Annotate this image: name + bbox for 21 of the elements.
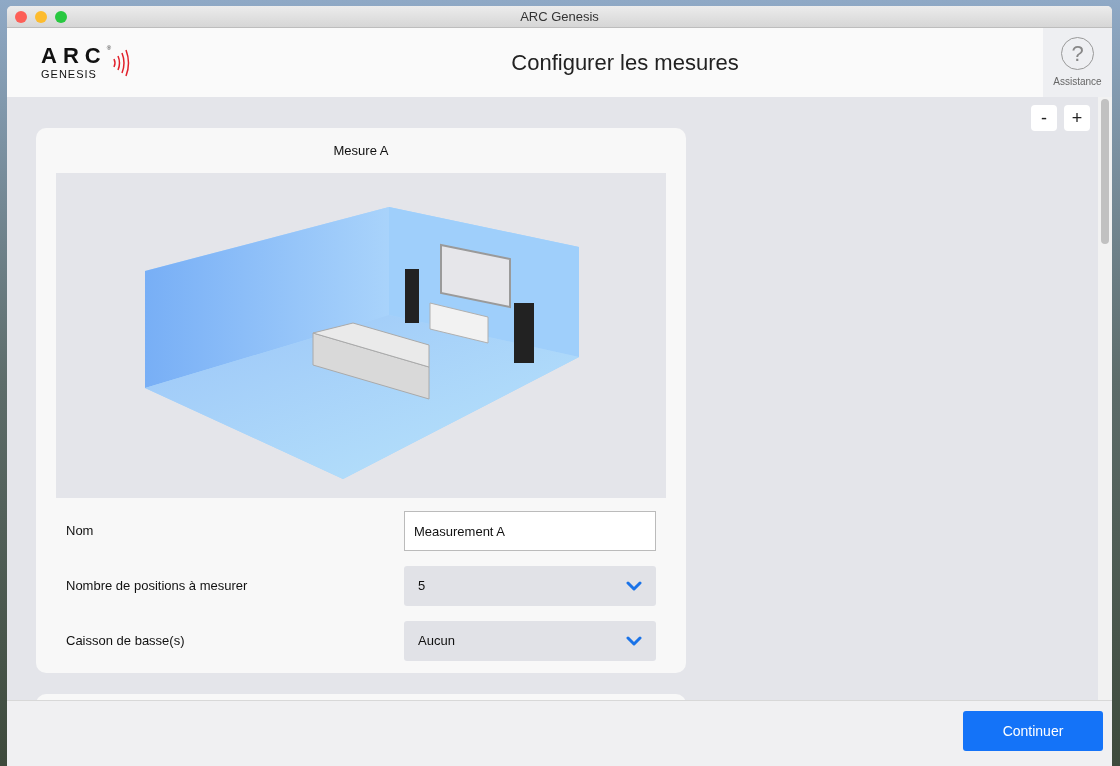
zoom-out-button[interactable]: - [1031, 105, 1057, 131]
chevron-down-icon [626, 581, 642, 591]
logo-wordmark: ARC [41, 45, 107, 67]
logo-subtitle: GENESIS [41, 69, 98, 80]
zoom-in-button[interactable]: + [1064, 105, 1090, 131]
dropdown-select[interactable]: Aucun [404, 621, 656, 661]
field-label: Nom [66, 522, 94, 541]
dropdown-select[interactable]: 5 [404, 566, 656, 606]
scrollbar[interactable] [1098, 97, 1112, 700]
chevron-down-icon [626, 636, 642, 646]
continue-button[interactable]: Continuer [963, 711, 1103, 751]
name-input-field[interactable]: Measurement A [404, 511, 656, 551]
card-title: Mesure A [333, 141, 389, 160]
page-title: Configurer les mesures [511, 49, 739, 77]
zoom-window-button[interactable] [55, 10, 67, 23]
field-label: Caisson de basse(s) [66, 632, 185, 651]
close-window-button[interactable] [15, 10, 27, 23]
field-label: Nombre de positions à mesurer [66, 577, 248, 596]
assistance-button[interactable]: ? Assistance [1043, 28, 1112, 97]
window-title: ARC Genesis [520, 7, 599, 26]
minimize-window-button[interactable] [35, 10, 47, 23]
